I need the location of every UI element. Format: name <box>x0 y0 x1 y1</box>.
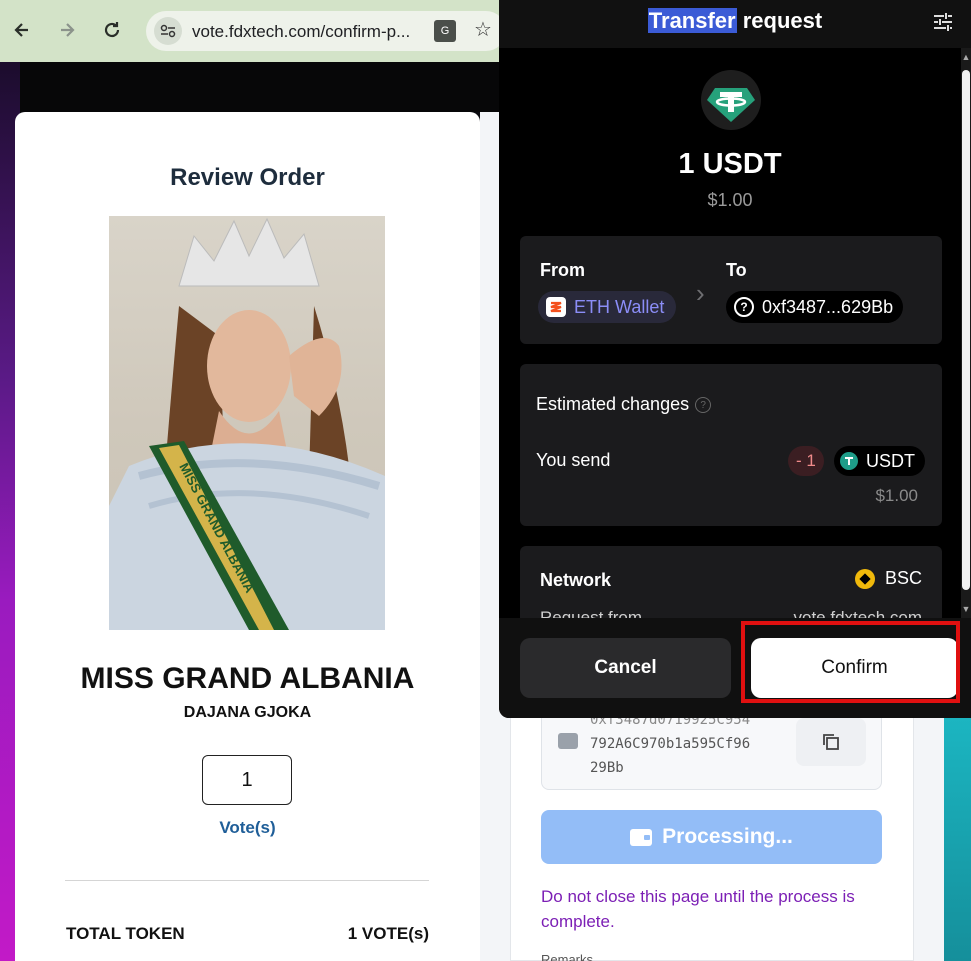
estimated-changes-box: Estimated changes? You send - 1 USDT $1.… <box>520 364 942 526</box>
bnb-icon <box>854 568 875 589</box>
wallet-header: Transfer request <box>499 0 971 48</box>
scrollbar-thumb[interactable] <box>962 70 970 590</box>
site-settings-icon[interactable] <box>154 17 182 45</box>
arrow-left-icon[interactable] <box>8 16 36 44</box>
unknown-address-icon: ? <box>734 297 754 317</box>
wallet-icon <box>558 733 578 749</box>
help-icon[interactable]: ? <box>695 397 712 414</box>
send-delta: - 1 <box>788 446 824 476</box>
side-accent <box>944 700 971 961</box>
wallet-icon <box>630 828 653 846</box>
transfer-amount-usd: $1.00 <box>707 190 753 210</box>
to-address: 0xf3487...629Bb <box>762 296 894 317</box>
arrow-right-icon[interactable] <box>53 16 81 44</box>
contestant-photo: MISS GRAND ALBANIA <box>109 216 385 630</box>
tether-icon <box>840 452 858 470</box>
reload-icon[interactable] <box>98 16 126 44</box>
scroll-down-icon[interactable]: ▼ <box>961 604 971 614</box>
processing-label: Processing... <box>662 825 793 848</box>
tether-icon <box>701 70 761 130</box>
network-value: BSC <box>854 568 922 589</box>
contestant-name: DAJANA GJOKA <box>183 704 312 721</box>
from-account: ETH Wallet <box>574 296 665 317</box>
to-address-pill[interactable]: ? 0xf3487...629Bb <box>726 291 904 323</box>
send-usd: $1.00 <box>875 486 918 505</box>
wallet-address-visible: 792A6C970b1a595Cf96 29Bb <box>590 736 751 776</box>
page-title: Review Order <box>170 164 325 191</box>
star-icon[interactable]: ☆ <box>474 17 492 42</box>
transfer-amount: 1 USDT <box>678 148 782 180</box>
from-to-box: From To ETH Wallet › ? 0xf3487...629Bb <box>520 236 942 344</box>
vote-label: Vote(s) <box>219 818 276 837</box>
browser-toolbar: vote.fdxtech.com/confirm-p... G ☆ <box>0 0 506 62</box>
to-label: To <box>726 260 747 280</box>
vote-quantity-input[interactable]: 1 <box>202 755 292 805</box>
from-account-pill[interactable]: ETH Wallet <box>538 291 677 323</box>
wallet-address: 0xf3487d0719925C954 792A6C970b1a595Cf96 … <box>590 708 780 780</box>
review-order-card: Review Order MISS GRAND ALBANIA MISS GRA… <box>15 112 480 961</box>
cancel-button[interactable]: Cancel <box>520 638 731 698</box>
copy-icon[interactable] <box>796 718 866 766</box>
translate-icon[interactable]: G <box>434 20 456 42</box>
network-label: Network <box>540 570 612 590</box>
total-token-value: 1 VOTE(s) <box>347 924 429 943</box>
contestant-title: MISS GRAND ALBANIA <box>80 662 415 695</box>
confirm-button[interactable]: Confirm <box>751 638 958 698</box>
send-token: USDT <box>866 450 915 471</box>
wallet-popup: Transfer request ▲ ▼ 1 USDT $1.00 From T… <box>499 0 971 718</box>
processing-button[interactable]: Processing... <box>541 810 882 864</box>
chevron-right-icon: › <box>696 278 705 308</box>
send-token-pill: USDT <box>834 446 925 476</box>
address-bar[interactable]: vote.fdxtech.com/confirm-p... G ☆ <box>146 11 506 51</box>
you-send-label: You send <box>536 450 611 470</box>
partial-label: Remarks <box>541 952 594 961</box>
url-text[interactable]: vote.fdxtech.com/confirm-p... <box>192 22 410 42</box>
warning-text: Do not close this page until the process… <box>541 887 855 931</box>
wallet-footer: Cancel Confirm <box>499 618 971 718</box>
wallet-logo-icon <box>546 297 566 317</box>
scroll-up-icon[interactable]: ▲ <box>961 52 971 62</box>
from-label: From <box>540 260 585 280</box>
wallet-title: Transfer request <box>647 8 823 33</box>
estimated-changes-label: Estimated changes? <box>536 394 712 415</box>
sliders-icon[interactable] <box>931 10 955 34</box>
total-token-label: TOTAL TOKEN <box>66 924 185 943</box>
divider <box>65 880 429 881</box>
